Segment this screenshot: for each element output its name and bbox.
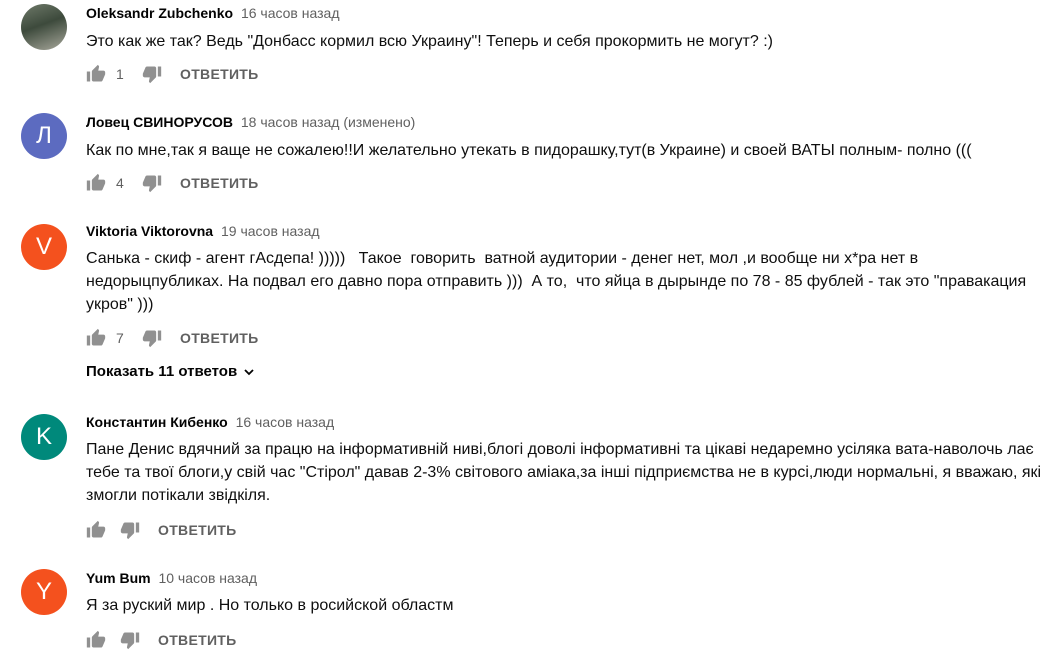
thumb-up-icon[interactable] (86, 328, 106, 348)
comment-text: Я за руский мир . Но только в росийской … (86, 597, 454, 614)
comment-text: Пане Денис вдячний за працю на інформати… (86, 441, 1046, 504)
author-name[interactable]: Ловец СВИНОРУСОВ (86, 114, 233, 130)
thumb-down-icon[interactable] (142, 328, 162, 348)
thumb-down-icon[interactable] (142, 64, 162, 84)
thumb-up-icon[interactable] (86, 630, 106, 650)
comment-time[interactable]: 19 часов назад (221, 223, 320, 239)
comment-actions: 7 ОТВЕТИТЬ (86, 326, 259, 350)
comment-text: Как по мне,так я ваще не сожалею!!И жела… (86, 142, 972, 159)
comment-time[interactable]: 16 часов назад (241, 5, 340, 21)
comment-header: Ловец СВИНОРУСОВ 18 часов назад (изменен… (86, 114, 415, 130)
comment-actions: 1 ОТВЕТИТЬ (86, 62, 259, 86)
author-name[interactable]: Yum Bum (86, 570, 151, 586)
avatar-letter: K (35, 423, 52, 450)
chevron-down-icon (244, 368, 254, 375)
avatar[interactable]: Л (21, 113, 67, 159)
thumb-down-icon[interactable] (120, 520, 140, 540)
avatar-letter: Л (36, 122, 52, 149)
comment-text: Это как же так? Ведь "Донбасс кормил всю… (86, 33, 773, 50)
author-name[interactable]: Viktoria Viktorovna (86, 223, 213, 239)
comment-text: Санька - скиф - агент гАсдепа! ))))) Так… (86, 250, 1031, 313)
avatar[interactable]: V (21, 224, 67, 270)
avatar-letter: Y (35, 578, 52, 605)
avatar[interactable]: Y (21, 569, 67, 615)
thumb-down-icon[interactable] (120, 630, 140, 650)
reply-button[interactable]: ОТВЕТИТЬ (158, 522, 237, 538)
reply-button[interactable]: ОТВЕТИТЬ (180, 330, 259, 346)
show-replies-label: Показать 11 ответов (86, 363, 238, 380)
author-name[interactable]: Константин Кибенко (86, 414, 228, 430)
like-count: 1 (116, 66, 124, 82)
comment-time[interactable]: 18 часов назад (изменено) (241, 114, 415, 130)
thumb-up-icon[interactable] (86, 173, 106, 193)
comment-time[interactable]: 10 часов назад (158, 570, 257, 586)
reply-button[interactable]: ОТВЕТИТЬ (180, 175, 259, 191)
reply-button[interactable]: ОТВЕТИТЬ (180, 66, 259, 82)
comment-time[interactable]: 16 часов назад (236, 414, 335, 430)
comment-actions: ОТВЕТИТЬ (86, 518, 237, 542)
author-name[interactable]: Oleksandr Zubchenko (86, 5, 233, 21)
like-count: 4 (116, 175, 124, 191)
comment-actions: ОТВЕТИТЬ (86, 628, 237, 652)
avatar[interactable]: K (21, 414, 67, 460)
comment-header: Viktoria Viktorovna 19 часов назад (86, 223, 320, 239)
thumb-down-icon[interactable] (142, 173, 162, 193)
like-count: 7 (116, 330, 124, 346)
thumb-up-icon[interactable] (86, 64, 106, 84)
reply-button[interactable]: ОТВЕТИТЬ (158, 632, 237, 648)
thumb-up-icon[interactable] (86, 520, 106, 540)
comment-header: Yum Bum 10 часов назад (86, 570, 257, 586)
comment-actions: 4 ОТВЕТИТЬ (86, 171, 259, 195)
show-replies-button[interactable]: Показать 11 ответов (86, 363, 255, 380)
avatar-letter: V (35, 233, 52, 260)
comment-header: Oleksandr Zubchenko 16 часов назад (86, 5, 339, 21)
comment-header: Константин Кибенко 16 часов назад (86, 414, 334, 430)
avatar[interactable] (21, 4, 67, 50)
